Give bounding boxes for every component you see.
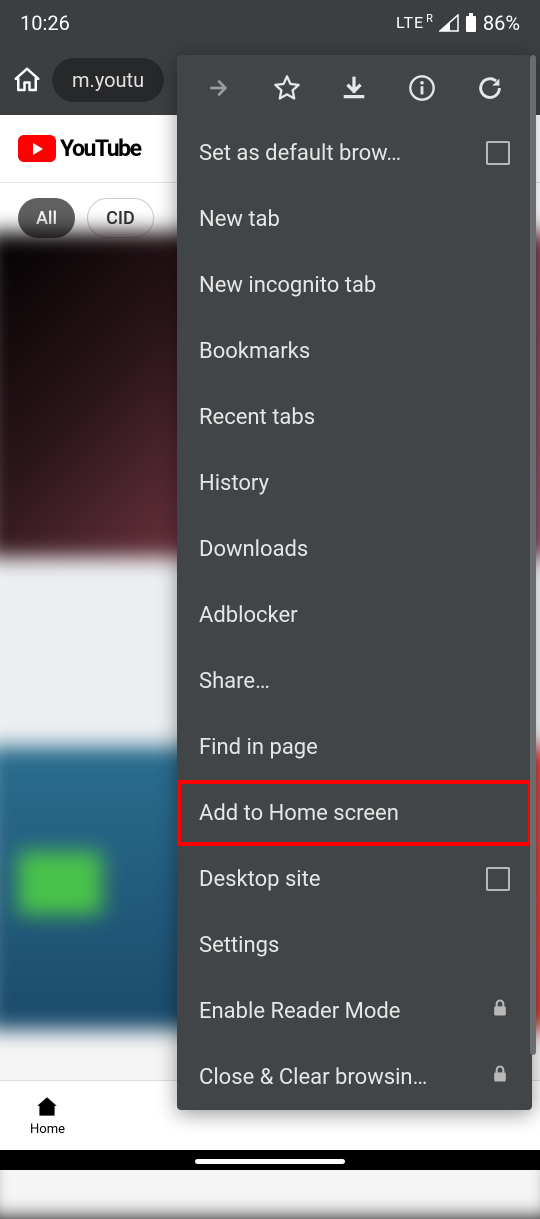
menu-close-clear-browsing[interactable]: Close & Clear browsin…	[177, 1044, 532, 1110]
menu-adblocker[interactable]: Adblocker	[177, 582, 532, 648]
menu-history[interactable]: History	[177, 450, 532, 516]
lock-icon	[490, 998, 510, 1024]
info-icon[interactable]	[408, 74, 436, 102]
refresh-icon[interactable]	[476, 74, 504, 102]
checkbox[interactable]	[486, 141, 510, 165]
menu-new-incognito-tab[interactable]: New incognito tab	[177, 252, 532, 318]
battery-percent: 86%	[483, 11, 520, 35]
gesture-bar[interactable]	[195, 1159, 345, 1164]
menu-new-tab[interactable]: New tab	[177, 186, 532, 252]
network-type: LTE	[396, 13, 424, 32]
menu-settings[interactable]: Settings	[177, 912, 532, 978]
menu-desktop-site[interactable]: Desktop site	[177, 846, 532, 912]
checkbox[interactable]	[486, 867, 510, 891]
battery-icon	[465, 13, 477, 33]
menu-enable-reader-mode[interactable]: Enable Reader Mode	[177, 978, 532, 1044]
menu-find-in-page[interactable]: Find in page	[177, 714, 532, 780]
browser-menu: Set as default brow… New tab New incogni…	[177, 55, 532, 1110]
youtube-logo[interactable]: YouTube	[18, 135, 141, 162]
youtube-logo-text: YouTube	[60, 135, 141, 162]
bookmark-star-icon[interactable]	[273, 74, 301, 102]
nav-home[interactable]: Home	[30, 1094, 65, 1137]
home-icon[interactable]	[12, 65, 42, 95]
menu-share[interactable]: Share…	[177, 648, 532, 714]
nav-home-label: Home	[30, 1122, 65, 1137]
forward-icon[interactable]	[205, 74, 233, 102]
menu-recent-tabs[interactable]: Recent tabs	[177, 384, 532, 450]
signal-icon	[439, 14, 459, 32]
status-time: 10:26	[20, 11, 70, 35]
menu-bookmarks[interactable]: Bookmarks	[177, 318, 532, 384]
lock-icon	[490, 1064, 510, 1090]
roaming-indicator: R	[426, 12, 433, 25]
house-icon	[34, 1094, 60, 1120]
menu-add-to-home-screen[interactable]: Add to Home screen	[177, 780, 532, 846]
status-right: LTE R 86%	[396, 11, 520, 35]
menu-icon-row	[177, 55, 532, 120]
menu-set-default-browser[interactable]: Set as default brow…	[177, 120, 532, 186]
url-text: m.youtu	[72, 68, 144, 92]
menu-scrollbar[interactable]	[530, 55, 536, 1105]
youtube-play-icon	[18, 135, 56, 162]
url-bar[interactable]: m.youtu	[52, 58, 164, 102]
download-icon[interactable]	[340, 74, 368, 102]
menu-downloads[interactable]: Downloads	[177, 516, 532, 582]
status-bar: 10:26 LTE R 86%	[0, 0, 540, 45]
scrollbar-thumb[interactable]	[530, 55, 536, 1055]
